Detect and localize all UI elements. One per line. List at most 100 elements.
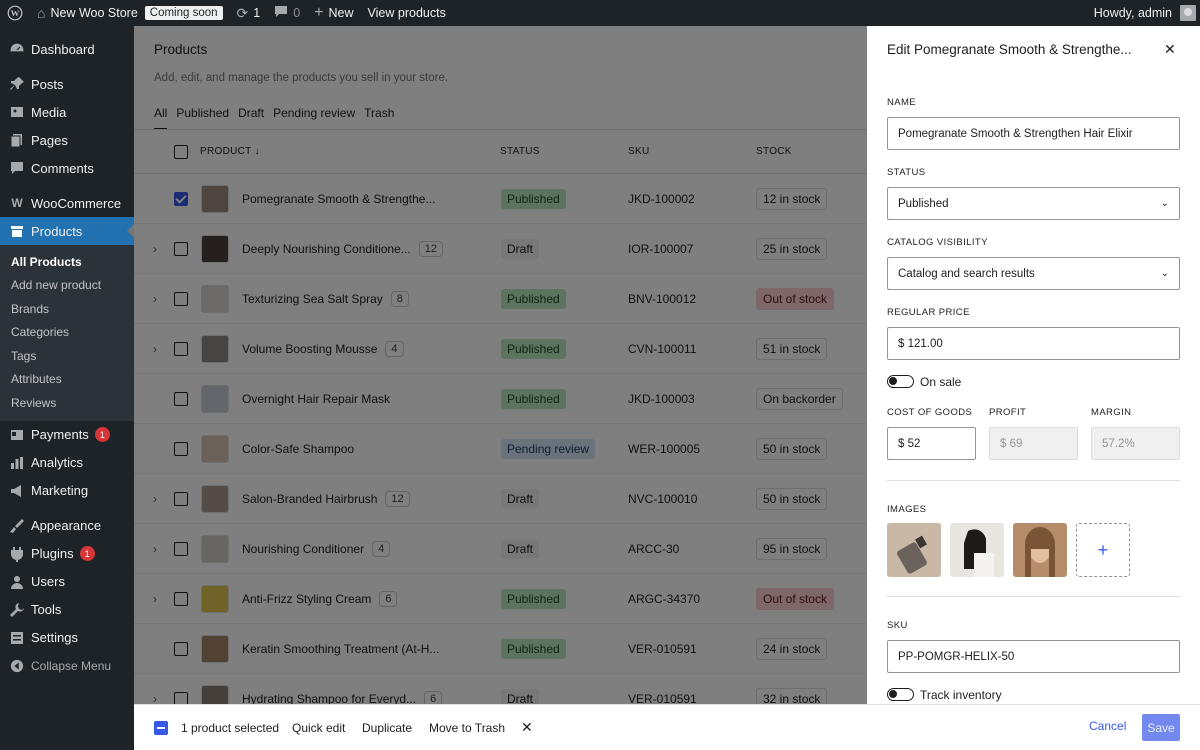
menu-posts[interactable]: Posts (0, 70, 134, 98)
row-checkbox[interactable] (174, 591, 188, 606)
tab-published[interactable]: Published (176, 106, 229, 129)
price-input[interactable]: $ 121.00 (887, 327, 1180, 360)
wordpress-logo-icon[interactable]: W (0, 0, 30, 26)
product-name-cell[interactable]: Anti-Frizz Styling Cream 6 (242, 590, 398, 607)
product-name-cell[interactable]: Pomegranate Smooth & Strengthe... (242, 192, 435, 206)
menu-payments[interactable]: Payments 1 (0, 421, 134, 449)
duplicate-button[interactable]: Duplicate (362, 721, 412, 735)
select-all-checkbox[interactable] (174, 145, 188, 159)
table-row[interactable]: Overnight Hair Repair Mask Published JKD-1… (134, 374, 867, 424)
my-account[interactable]: Howdy, admin (1094, 5, 1200, 21)
table-row[interactable]: Pomegranate Smooth & Strengthe... Publish… (134, 174, 867, 224)
submenu-brands[interactable]: Brands (0, 297, 134, 321)
save-button[interactable]: Save (1142, 714, 1180, 741)
product-image-3[interactable] (1013, 523, 1067, 577)
chevron-right-icon[interactable]: › (153, 492, 157, 506)
product-image-1[interactable] (887, 523, 941, 577)
chevron-right-icon[interactable]: › (153, 292, 157, 306)
view-products-link[interactable]: View products (361, 0, 453, 26)
table-row[interactable]: › Salon-Branded Hairbrush 12 Draft NVC-10001… (134, 474, 867, 524)
collapse-menu-button[interactable]: Collapse Menu (0, 652, 134, 680)
status-select[interactable]: Published ⌄ (887, 187, 1180, 220)
table-row[interactable]: › Deeply Nourishing Conditione... 12 Draft I… (134, 224, 867, 274)
table-row[interactable]: › Anti-Frizz Styling Cream 6 Published ARGC-… (134, 574, 867, 624)
submenu-categories[interactable]: Categories (0, 321, 134, 345)
menu-users[interactable]: Users (0, 568, 134, 596)
menu-tools[interactable]: Tools (0, 596, 134, 624)
menu-comments[interactable]: Comments (0, 154, 134, 182)
chevron-right-icon[interactable]: › (153, 342, 157, 356)
row-checkbox[interactable] (174, 291, 188, 306)
product-name-cell[interactable]: Volume Boosting Mousse 4 (242, 340, 404, 357)
comments-link[interactable]: 0 (267, 0, 307, 26)
menu-woocommerce[interactable]: W WooCommerce (0, 189, 134, 217)
chevron-right-icon[interactable]: › (153, 242, 157, 256)
column-sku[interactable]: SKU (628, 146, 649, 157)
close-icon[interactable]: ✕ (1164, 41, 1176, 58)
product-name-cell[interactable]: Color-Safe Shampoo (242, 442, 354, 456)
close-icon[interactable]: ✕ (521, 719, 533, 736)
product-image-2[interactable] (950, 523, 1004, 577)
visibility-select[interactable]: Catalog and search results ⌄ (887, 257, 1180, 290)
product-name-cell[interactable]: Salon-Branded Hairbrush 12 (242, 490, 410, 507)
row-checkbox[interactable] (174, 191, 188, 206)
menu-analytics[interactable]: Analytics (0, 449, 134, 477)
new-content-link[interactable]: + New (307, 0, 360, 26)
tab-pending-review[interactable]: Pending review (273, 106, 355, 129)
name-input[interactable]: Pomegranate Smooth & Strengthen Hair Eli… (887, 117, 1180, 150)
quick-edit-button[interactable]: Quick edit (292, 721, 345, 735)
sku-input[interactable]: PP-POMGR-HELIX-50 (887, 640, 1180, 673)
cost-input[interactable]: $ 52 (887, 427, 976, 460)
tab-trash[interactable]: Trash (364, 106, 394, 129)
product-name-cell[interactable]: Keratin Smoothing Treatment (At-H... (242, 642, 439, 656)
chevron-right-icon[interactable]: › (153, 592, 157, 606)
submenu-all-products[interactable]: All Products (0, 250, 134, 274)
menu-settings[interactable]: Settings (0, 624, 134, 652)
menu-media[interactable]: Media (0, 98, 134, 126)
row-checkbox[interactable] (174, 441, 188, 456)
tab-all[interactable]: All (154, 106, 168, 129)
menu-dashboard[interactable]: Dashboard (0, 35, 134, 63)
cancel-button[interactable]: Cancel (1089, 719, 1126, 733)
product-name-cell[interactable]: Texturizing Sea Salt Spray 8 (242, 290, 409, 307)
margin-input: 57.2% (1091, 427, 1180, 460)
row-checkbox[interactable] (174, 491, 188, 506)
table-row[interactable]: › Nourishing Conditioner 4 Draft ARCC-30 95 i… (134, 524, 867, 574)
table-row[interactable]: › Texturizing Sea Salt Spray 8 Published BNV… (134, 274, 867, 324)
add-image-button[interactable]: + (1076, 523, 1130, 577)
submenu-add-new-product[interactable]: Add new product (0, 274, 134, 298)
tab-draft[interactable]: Draft (238, 106, 264, 129)
on-sale-toggle[interactable] (887, 375, 914, 388)
column-status[interactable]: STATUS (500, 146, 540, 157)
table-row[interactable]: › Volume Boosting Mousse 4 Published CVN-100… (134, 324, 867, 374)
updates-link[interactable]: ⟳ 1 (230, 0, 268, 26)
column-stock[interactable]: STOCK (756, 146, 792, 157)
profit-value: $ 69 (1000, 437, 1023, 450)
chevron-right-icon[interactable]: › (153, 542, 157, 556)
variation-count-badge: 12 (418, 240, 444, 257)
submenu-attributes[interactable]: Attributes (0, 368, 134, 392)
bulk-select-checkbox[interactable] (154, 720, 168, 735)
menu-pages[interactable]: Pages (0, 126, 134, 154)
menu-plugins[interactable]: Plugins 1 (0, 540, 134, 568)
product-name-cell[interactable]: Deeply Nourishing Conditione... 12 (242, 240, 444, 257)
name-label: NAME (887, 97, 917, 108)
move-to-trash-button[interactable]: Move to Trash (429, 721, 505, 735)
track-inventory-toggle[interactable] (887, 688, 914, 701)
row-checkbox[interactable] (174, 541, 188, 556)
menu-products[interactable]: Products (0, 217, 134, 245)
product-name-cell[interactable]: Overnight Hair Repair Mask (242, 392, 390, 406)
submenu-reviews[interactable]: Reviews (0, 391, 134, 415)
row-checkbox[interactable] (174, 341, 188, 356)
row-checkbox[interactable] (174, 241, 188, 256)
menu-marketing[interactable]: Marketing (0, 477, 134, 505)
table-row[interactable]: Color-Safe Shampoo Pending review WER-1000… (134, 424, 867, 474)
row-checkbox[interactable] (174, 641, 188, 656)
menu-appearance[interactable]: Appearance (0, 512, 134, 540)
product-name-cell[interactable]: Nourishing Conditioner 4 (242, 540, 391, 557)
submenu-tags[interactable]: Tags (0, 344, 134, 368)
row-checkbox[interactable] (174, 391, 188, 406)
table-row[interactable]: Keratin Smoothing Treatment (At-H... Publ… (134, 624, 867, 674)
column-product[interactable]: PRODUCT ↓ (200, 146, 260, 157)
site-name-link[interactable]: ⌂ New Woo Store Coming soon (30, 0, 230, 26)
